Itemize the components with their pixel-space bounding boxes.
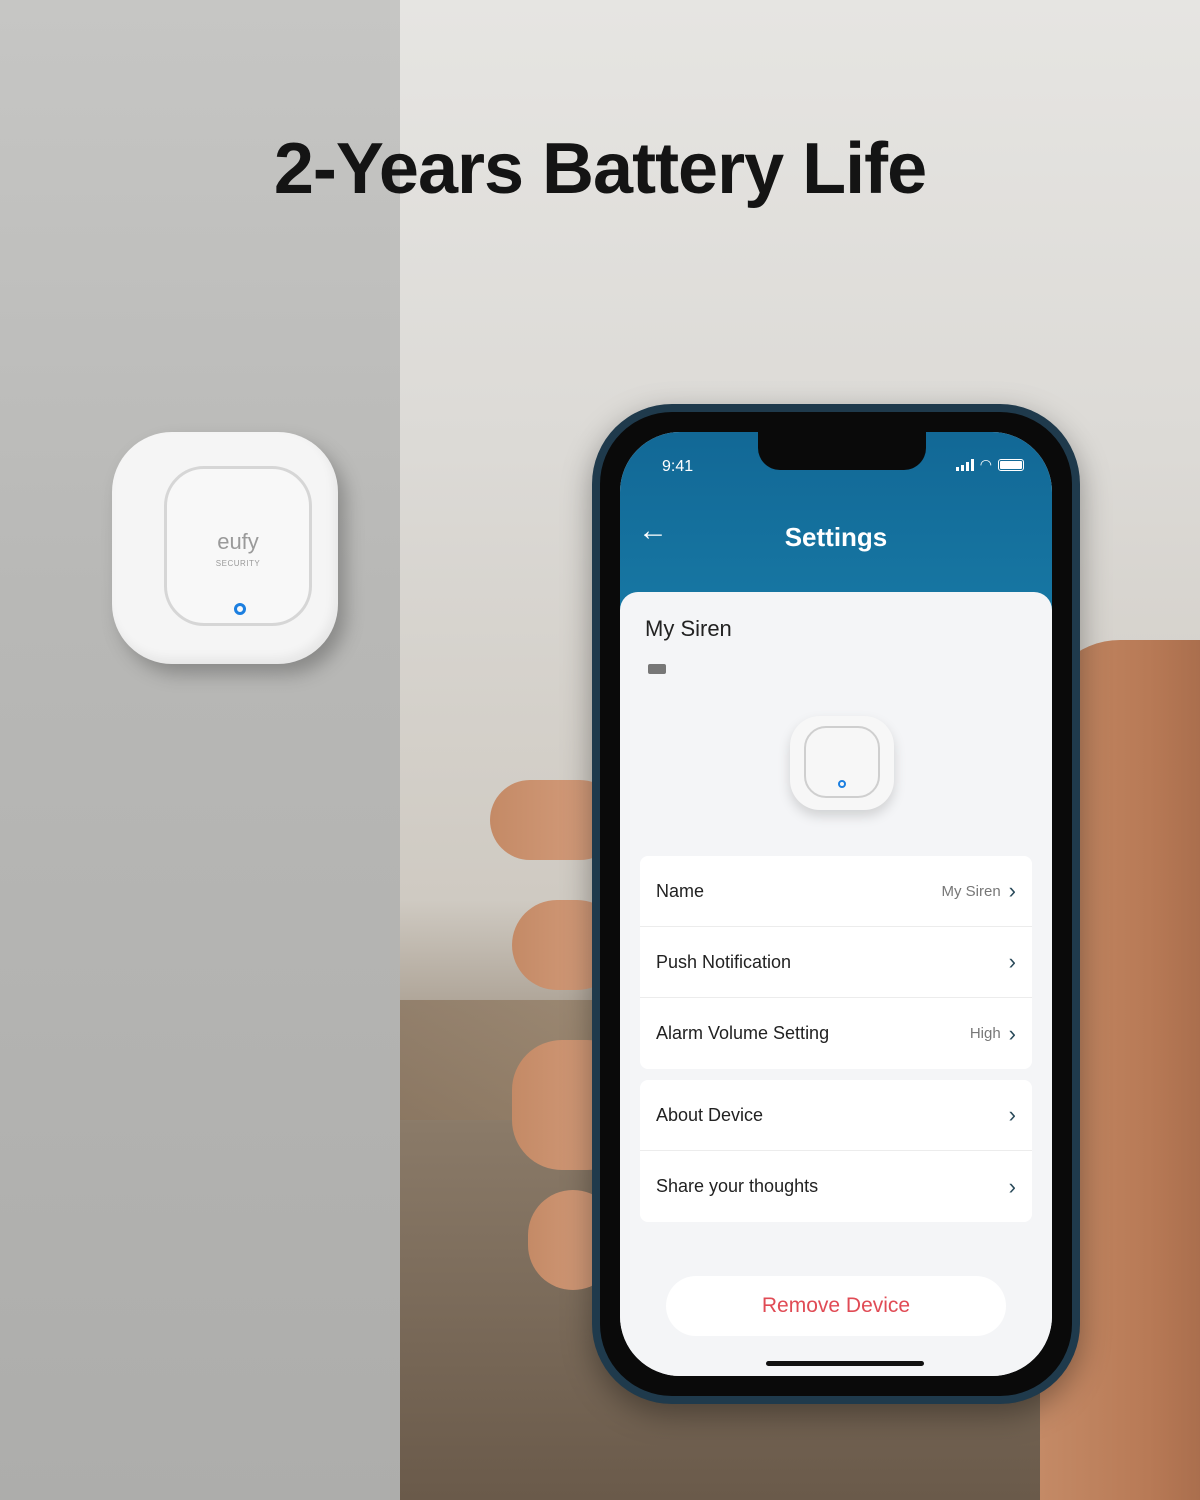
setting-row-alarm-volume[interactable]: Alarm Volume Setting High › [640, 998, 1032, 1069]
notch [758, 432, 926, 470]
setting-row-share-thoughts[interactable]: Share your thoughts › [640, 1151, 1032, 1222]
chevron-right-icon: › [1008, 1102, 1016, 1127]
setting-label: Push Notification [656, 951, 792, 972]
status-time: 9:41 [662, 458, 694, 475]
settings-content: My Siren Name My Siren › Push Notificati… [620, 592, 1052, 1376]
settings-card-primary: Name My Siren › Push Notification › Alar… [640, 856, 1032, 1069]
status-icons: ◠ [955, 456, 1024, 473]
device-face: eufy SECURITY [164, 466, 312, 626]
wifi-icon: ◠ [979, 456, 992, 472]
chevron-right-icon: › [1008, 1020, 1016, 1046]
remove-device-button[interactable]: Remove Device [666, 1276, 1006, 1336]
device-name: My Siren [645, 616, 732, 641]
phone-bezel: 9:41 ◠ ← Settings My Siren Name My Siren… [600, 412, 1072, 1396]
setting-value: High [969, 1025, 1001, 1042]
battery-status-icon [998, 458, 1024, 471]
setting-label: Share your thoughts [656, 1176, 819, 1196]
setting-label: Alarm Volume Setting [656, 1023, 830, 1043]
chevron-right-icon: › [1008, 1173, 1016, 1199]
home-indicator [766, 1361, 924, 1366]
chevron-right-icon: › [1008, 878, 1016, 903]
setting-value: My Siren [941, 882, 1001, 900]
settings-card-secondary: About Device › Share your thoughts › [640, 1080, 1032, 1222]
setting-row-name[interactable]: Name My Siren › [640, 856, 1032, 927]
device-image [790, 716, 894, 810]
device-image-led-icon [838, 780, 846, 788]
setting-row-push-notification[interactable]: Push Notification › [640, 927, 1032, 998]
signal-icon [955, 458, 974, 471]
device-battery-icon [648, 664, 666, 674]
wall-siren-device: eufy SECURITY [112, 432, 338, 664]
page-title: Settings [784, 522, 888, 552]
phone-screen: 9:41 ◠ ← Settings My Siren Name My Siren… [620, 432, 1052, 1376]
led-indicator-icon [234, 603, 246, 615]
chevron-right-icon: › [1008, 949, 1016, 974]
setting-label: Name [656, 880, 705, 901]
headline: 2-Years Battery Life [273, 129, 927, 209]
device-brand-sub: SECURITY [215, 559, 261, 568]
device-brand-logo: eufy [217, 529, 259, 554]
wall [0, 0, 400, 1500]
setting-row-about-device[interactable]: About Device › [640, 1080, 1032, 1151]
setting-label: About Device [656, 1104, 764, 1125]
phone: 9:41 ◠ ← Settings My Siren Name My Siren… [592, 404, 1080, 1404]
